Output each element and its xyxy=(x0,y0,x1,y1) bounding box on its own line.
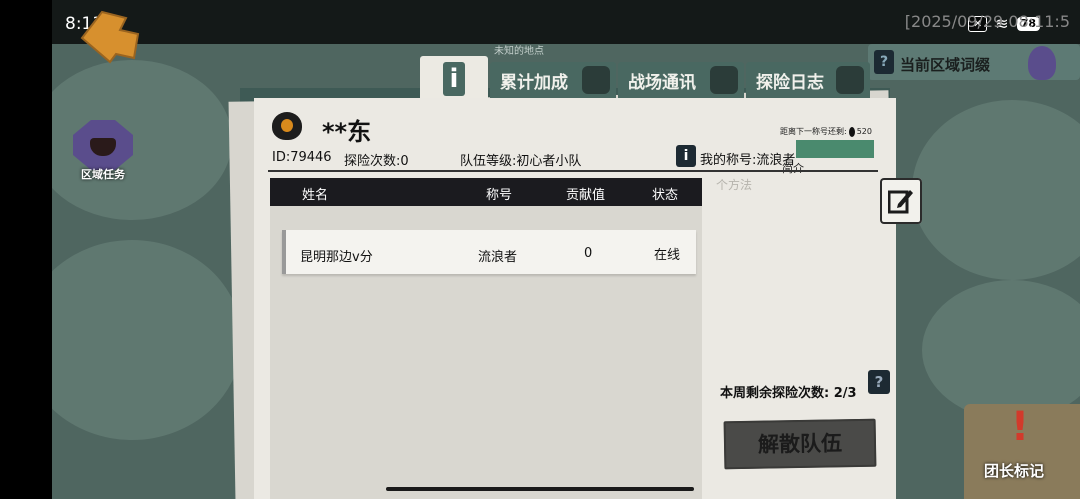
question-icon: ? xyxy=(874,50,894,74)
weekly-remaining-value: 2/3 xyxy=(833,386,857,401)
table-header: 姓名 称号 贡献值 状态 xyxy=(270,178,702,206)
weekly-remaining: 本周剩余探险次数: 2/3 xyxy=(720,382,857,401)
eye-icon xyxy=(272,112,302,140)
disband-team-button[interactable]: 解散队伍 xyxy=(723,418,877,470)
member-name: 昆明那边v分 xyxy=(300,250,373,265)
question-icon[interactable]: ? xyxy=(868,370,890,394)
team-id: ID:79446 xyxy=(272,150,332,165)
title-next-progress: 距离下一称号还剩: 520 xyxy=(780,126,872,137)
tab-battle-comms[interactable]: 战场通讯 xyxy=(618,62,744,98)
title-next-value: 520 xyxy=(856,127,872,136)
tab-info[interactable]: i xyxy=(420,56,488,102)
skull-icon xyxy=(582,66,610,94)
home-indicator[interactable] xyxy=(386,487,694,491)
ghost-timestamp: [2025/09/29 08:11:5 xyxy=(904,12,1070,31)
current-region-affix-button[interactable]: ? 当前区域词缀 xyxy=(868,44,1080,80)
table-row[interactable]: 昆明那边v分 流浪者 0 在线 xyxy=(282,230,696,274)
region-task-button[interactable]: 区域任务 xyxy=(72,120,134,184)
region-task-label: 区域任务 xyxy=(81,168,125,181)
foliage xyxy=(52,240,242,440)
exclamation-icon: ! xyxy=(1010,404,1030,450)
info-icon: i xyxy=(676,145,696,167)
unknown-location-label: 未知的地点 xyxy=(494,46,544,57)
member-table: 姓名 称号 贡献值 状态 昆明那边v分 流浪者 0 在线 xyxy=(270,178,702,499)
drop-icon xyxy=(848,126,855,137)
title-progress-bar xyxy=(796,140,874,158)
chat-icon xyxy=(710,66,738,94)
row-marker xyxy=(282,230,286,274)
header-title: 称号 xyxy=(486,188,513,203)
tab-label: 探险日志 xyxy=(756,72,824,93)
pencil-icon xyxy=(836,66,864,94)
header-name: 姓名 xyxy=(302,188,329,203)
foliage xyxy=(912,100,1080,280)
team-name: **东 xyxy=(322,118,372,146)
title-next-label: 距离下一称号还剩: xyxy=(780,127,847,136)
tab-label: 累计加成 xyxy=(500,72,568,93)
header-contribution: 贡献值 xyxy=(566,188,606,203)
member-status: 在线 xyxy=(654,248,681,263)
foliage xyxy=(922,280,1080,420)
tab-cumulative-bonus[interactable]: 累计加成 xyxy=(490,62,616,98)
info-icon: i xyxy=(443,62,465,96)
leader-mark-label: 团长标记 xyxy=(983,462,1044,480)
monster-icon xyxy=(73,120,133,170)
explore-count: 探险次数:0 xyxy=(344,154,409,169)
weekly-remaining-label: 本周剩余探险次数: xyxy=(720,386,830,401)
team-level: 队伍等级:初心者小队 xyxy=(460,154,582,169)
team-info-panel: **东 距离下一称号还剩: 520 ID:79446 探险次数:0 队伍等级:初心… xyxy=(254,98,896,499)
intro-text[interactable]: 个方法 xyxy=(716,176,752,193)
purple-monster-icon xyxy=(1028,46,1056,80)
member-title: 流浪者 xyxy=(478,250,518,265)
edit-intro-button[interactable] xyxy=(880,178,922,224)
current-region-affix-label: 当前区域词缀 xyxy=(900,56,991,74)
back-arrow-icon[interactable] xyxy=(80,8,140,64)
leader-mark-button[interactable]: ! 团长标记 xyxy=(964,404,1080,499)
divider xyxy=(268,170,878,172)
header-status: 状态 xyxy=(652,188,679,203)
tab-adventure-log[interactable]: 探险日志 xyxy=(746,62,870,98)
tab-label: 战场通讯 xyxy=(628,72,696,93)
intro-label: 简介 xyxy=(782,162,804,175)
member-contribution: 0 xyxy=(584,246,593,261)
status-icons: [2025/09/29 08:11:5 ✕ ≋ 78 xyxy=(905,12,1070,33)
edit-icon xyxy=(888,190,913,214)
